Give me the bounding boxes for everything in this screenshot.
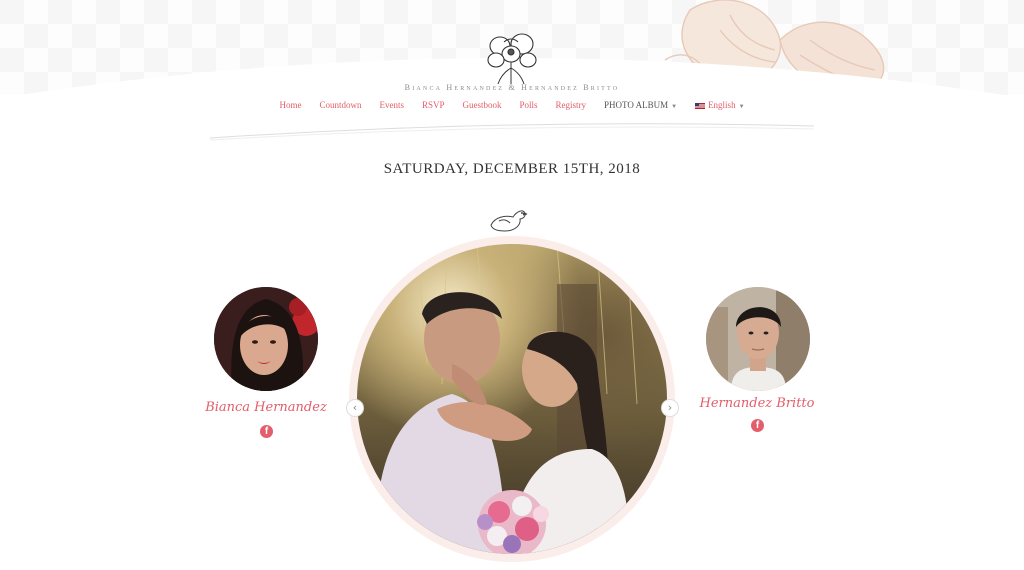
nav-divider <box>210 123 814 141</box>
bride-facebook-icon[interactable]: f <box>260 425 273 438</box>
nav-rsvp[interactable]: RSVP <box>413 100 454 110</box>
nav-registry[interactable]: Registry <box>547 100 596 110</box>
nav-countdown[interactable]: Countdown <box>310 100 370 110</box>
bird-icon <box>490 210 528 232</box>
nav-guestbook[interactable]: Guestbook <box>453 100 510 110</box>
bride-avatar <box>214 287 318 391</box>
groom-avatar <box>706 287 810 391</box>
nav-photo-album[interactable]: PHOTO ALBUM ▼ <box>595 100 686 110</box>
main-nav: Home Countdown Events RSVP Guestbook Pol… <box>0 100 1024 110</box>
nav-polls[interactable]: Polls <box>510 100 546 110</box>
flag-us-icon <box>695 102 706 109</box>
orchid-logo-icon <box>487 33 537 85</box>
caret-down-icon: ▼ <box>738 104 745 110</box>
couple-title: Bianca Hernandez & Hernandez Britto <box>404 83 620 92</box>
nav-language-label: English <box>708 100 736 110</box>
nav-events[interactable]: Events <box>370 100 413 110</box>
nav-language[interactable]: English ▼ <box>686 100 753 110</box>
couple-photo <box>357 244 667 554</box>
caret-down-icon: ▼ <box>671 104 678 110</box>
nav-home[interactable]: Home <box>270 100 310 110</box>
nav-photo-album-label: PHOTO ALBUM <box>604 100 669 110</box>
groom-facebook-icon[interactable]: f <box>751 419 764 432</box>
groom-name: Hernandez Britto <box>699 396 815 411</box>
event-date: SATURDAY, DECEMBER 15TH, 2018 <box>383 161 641 177</box>
bride-name: Bianca Hernandez <box>205 400 327 415</box>
